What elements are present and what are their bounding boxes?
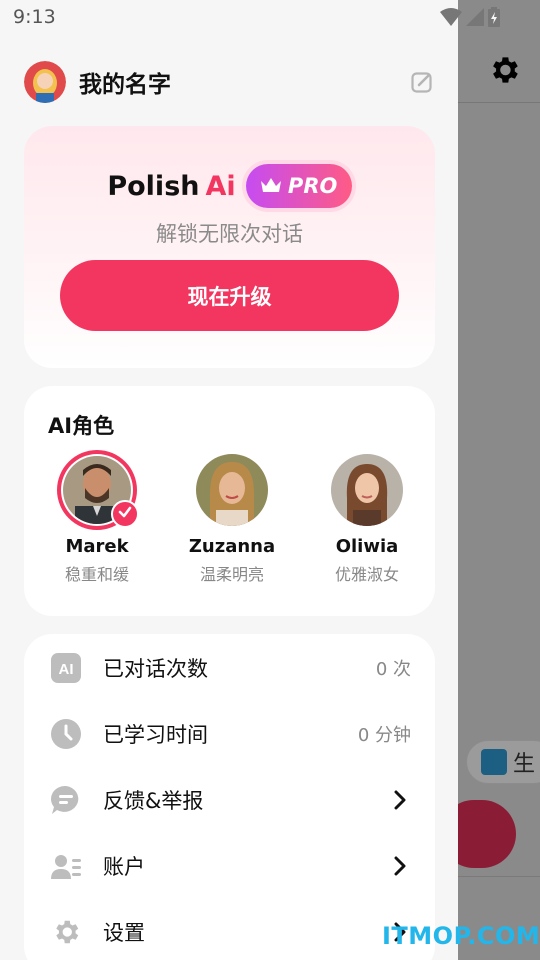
clock-icon [51, 719, 81, 749]
menu-item-settings[interactable]: 设置 [24, 899, 435, 960]
pro-upgrade-card: Polish Ai PRO 解锁无限次对话 现在升级 [24, 126, 435, 368]
role-description: 稳重和缓 [64, 565, 129, 584]
pro-title-row: Polish Ai PRO [24, 164, 435, 208]
menu-item-account[interactable]: 账户 [24, 833, 435, 899]
account-icon [51, 855, 81, 879]
book-icon [481, 749, 507, 775]
background-chip-text: 生 [513, 752, 536, 777]
cellular-signal-icon [466, 8, 484, 26]
battery-charging-icon [488, 7, 500, 27]
pro-title-accent: Ai [205, 170, 236, 202]
pro-badge-label: PRO [287, 174, 338, 198]
role-name: Marek [65, 536, 129, 557]
status-icons [440, 7, 500, 27]
role-name: Zuzanna [188, 536, 276, 557]
settings-gear-icon[interactable] [486, 52, 522, 88]
background-topic-chip: 生 [466, 740, 540, 784]
divider [458, 876, 540, 877]
menu-label: 账户 [103, 855, 145, 879]
role-name: Oliwia [335, 536, 399, 557]
menu-label: 设置 [103, 921, 145, 945]
menu-item-chat-count[interactable]: AI 已对话次数 0 次 [24, 635, 435, 701]
menu-value: 0 分钟 [357, 725, 411, 746]
svg-text:AI: AI [59, 661, 74, 678]
ai-roles-card: AI角色 Marek 稳重和缓 Zuzanna 温柔明亮 Oliwia 优雅淑女 [24, 386, 435, 616]
chevron-right-icon [394, 856, 406, 876]
watermark-text: ITMOP.COM [382, 922, 540, 950]
pro-title: Polish Ai [107, 171, 235, 202]
menu-label: 已对话次数 [103, 657, 208, 681]
menu-label: 反馈&举报 [103, 789, 204, 813]
crown-icon [260, 178, 281, 192]
wifi-icon [440, 8, 462, 26]
roles-title: AI角色 [48, 414, 115, 438]
profile-name: 我的名字 [79, 72, 171, 98]
chevron-right-icon [394, 790, 406, 810]
role-item-zuzanna[interactable]: Zuzanna 温柔明亮 [172, 454, 292, 585]
status-time: 9:13 [13, 6, 56, 28]
pro-title-text: Polish [107, 170, 200, 202]
role-avatar [61, 454, 139, 528]
user-avatar[interactable] [24, 61, 66, 103]
profile-header: 我的名字 [24, 60, 434, 104]
role-avatar [331, 454, 403, 526]
feedback-icon [51, 785, 79, 814]
menu-item-feedback[interactable]: 反馈&举报 [24, 767, 435, 833]
menu-item-study-time[interactable]: 已学习时间 0 分钟 [24, 701, 435, 767]
pro-subtitle: 解锁无限次对话 [156, 222, 303, 246]
navigation-drawer: 我的名字 Polish Ai PRO 解锁无限次对话 现在升级 AI角色 Mar… [0, 0, 458, 960]
role-item-oliwia[interactable]: Oliwia 优雅淑女 [307, 454, 427, 585]
pro-badge: PRO [245, 164, 352, 208]
role-avatar [196, 454, 268, 526]
status-bar: 9:13 [0, 0, 540, 36]
ai-icon: AI [51, 653, 81, 683]
role-item-marek[interactable]: Marek 稳重和缓 [37, 454, 157, 585]
selected-check-icon [111, 500, 139, 528]
upgrade-now-button[interactable]: 现在升级 [60, 260, 399, 331]
menu-card: AI 已对话次数 0 次 已学习时间 0 分钟 反馈&举报 账户 设置 [24, 634, 435, 960]
role-description: 优雅淑女 [334, 565, 399, 584]
edit-icon[interactable] [410, 70, 434, 94]
role-description: 温柔明亮 [199, 565, 264, 584]
gear-icon [56, 920, 79, 944]
menu-value: 0 次 [375, 659, 411, 680]
menu-label: 已学习时间 [103, 723, 208, 747]
